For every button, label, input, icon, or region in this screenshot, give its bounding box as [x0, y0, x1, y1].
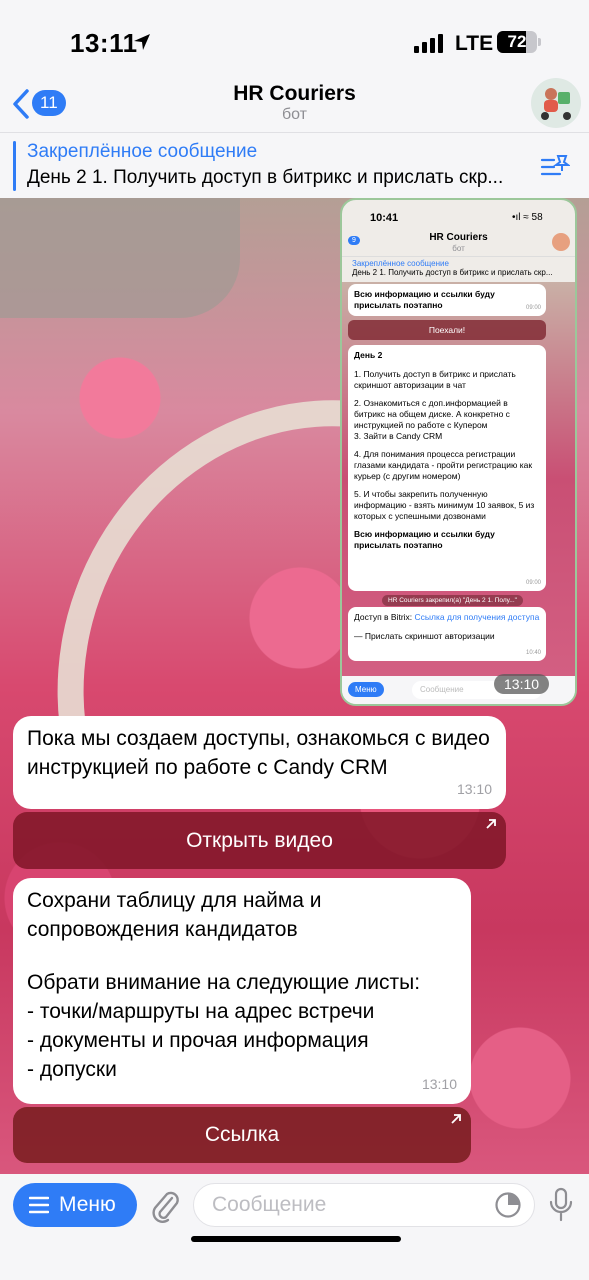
shot-day-time: 09:00 — [525, 580, 541, 586]
sticker-icon[interactable] — [494, 1191, 522, 1219]
shot-day-title: День 2 — [354, 350, 383, 360]
chat-subtitle: бот — [281, 106, 308, 123]
shot-pinned: Закреплённое сообщение День 2 1. Получит… — [342, 256, 575, 282]
shot-day-footer: Всю информацию и ссылки буду присылать п… — [354, 529, 495, 550]
chat-title[interactable]: HR Couriers — [0, 82, 589, 106]
shot-day-item-2: 2. Ознакомиться с доп.информацией в битр… — [354, 398, 510, 430]
message-bubble[interactable]: Сохрани таблицу для найма и сопровождени… — [13, 878, 471, 1104]
shot-subtitle: бот — [452, 244, 465, 253]
background-vase — [0, 198, 240, 318]
shot-avatar — [552, 233, 570, 251]
shot-pinned-label: Закреплённое сообщение — [352, 259, 449, 268]
location-arrow-icon — [134, 34, 150, 50]
image-timestamp: 13:10 — [494, 674, 550, 694]
chat-header: 11 HR Couriers бот — [0, 78, 589, 132]
battery-icon: 72 — [497, 31, 537, 53]
courier-avatar-icon — [531, 78, 581, 128]
shot-day-item-4: 4. Для понимания процесса регистрации гл… — [354, 449, 533, 481]
shot-time: 10:41 — [370, 212, 399, 224]
bot-menu-button[interactable]: Меню — [13, 1183, 137, 1227]
menu-lines-icon — [29, 1196, 49, 1214]
pinned-list-icon[interactable] — [540, 152, 570, 180]
external-link-icon — [451, 1114, 461, 1124]
message-text: Пока мы создаем доступы, ознакомься с ви… — [27, 727, 490, 779]
message-bubble[interactable]: Пока мы создаем доступы, ознакомься с ви… — [13, 716, 506, 809]
battery-nub — [538, 38, 541, 46]
external-link-icon — [486, 819, 496, 829]
shot-start-button: Поехали! — [348, 320, 546, 340]
message-time: 13:10 — [421, 1076, 457, 1092]
signal-icon — [414, 33, 443, 53]
chat-area[interactable]: 10:41 •ıl ≈ 58 9 HR Couriers бот Закрепл… — [0, 198, 589, 1174]
shot-day-item-1: 1. Получить доступ в битрикс и прислать … — [354, 369, 516, 390]
shot-status-icons: •ıl ≈ 58 — [512, 212, 543, 223]
pinned-text: День 2 1. Получить доступ в битрикс и пр… — [27, 167, 504, 188]
shot-title: HR Couriers — [429, 232, 488, 243]
open-video-button[interactable]: Открыть видео — [13, 812, 506, 869]
battery-percent: 72 — [507, 32, 527, 51]
status-bar: 13:11 LTE 72 — [0, 0, 589, 82]
shot-message-top-text: Всю информацию и ссылки буду присылать п… — [354, 289, 495, 310]
shot-message-top-time: 09:00 — [525, 305, 541, 311]
message-input[interactable]: Сообщение — [193, 1183, 535, 1227]
pinned-indicator — [13, 141, 16, 191]
shot-access-link: Ссылка для получения доступа — [414, 612, 540, 622]
shot-message-top: Всю информацию и ссылки буду присылать п… — [348, 284, 546, 316]
message-line: - допуски — [27, 1058, 117, 1081]
open-video-label: Открыть видео — [186, 829, 333, 852]
message-line: - точки/маршруты на адрес встречи — [27, 1000, 375, 1023]
message-line: Сохрани таблицу для найма и — [27, 889, 322, 912]
bot-avatar[interactable] — [531, 78, 581, 128]
shot-day-item-5: 5. И чтобы закрепить полученную информац… — [354, 489, 535, 521]
attach-paperclip-icon[interactable] — [150, 1188, 182, 1224]
link-button-label: Ссылка — [204, 1123, 280, 1146]
message-line: сопровождения кандидатов — [27, 918, 298, 941]
pinned-message[interactable]: Закреплённое сообщение День 2 1. Получит… — [0, 132, 589, 198]
status-time: 13:11 — [70, 28, 138, 58]
input-bar: Меню Сообщение — [0, 1174, 589, 1280]
shot-system-note: HR Couriers закрепил(а) "День 2 1. Полу.… — [382, 595, 523, 606]
shot-access-note: — Прислать скриншот авторизации — [354, 631, 495, 641]
shot-access-message: Доступ в Bitrix: Ссылка для получения до… — [348, 607, 546, 661]
home-indicator — [191, 1236, 401, 1242]
pinned-label: Закреплённое сообщение — [27, 141, 258, 162]
shot-access-prefix: Доступ в Bitrix: — [354, 612, 413, 622]
shot-pinned-text: День 2 1. Получить доступ в битрикс и пр… — [352, 268, 553, 277]
shot-menu-button: Меню — [348, 682, 384, 697]
message-line: - документы и прочая информация — [27, 1029, 369, 1052]
link-button[interactable]: Ссылка — [13, 1107, 471, 1163]
carrier-label: LTE — [455, 32, 494, 55]
message-line: Обрати внимание на следующие листы: — [27, 971, 421, 994]
image-message[interactable]: 10:41 •ıl ≈ 58 9 HR Couriers бот Закрепл… — [340, 198, 577, 706]
shot-day-item-3: 3. Зайти в Candy CRM — [354, 431, 443, 441]
menu-label: Меню — [59, 1193, 116, 1216]
shot-day-message: День 2 1. Получить доступ в битрикс и пр… — [348, 345, 546, 591]
message-time: 13:10 — [456, 781, 492, 797]
microphone-icon[interactable] — [547, 1187, 575, 1223]
shot-access-time: 10:40 — [525, 650, 541, 656]
